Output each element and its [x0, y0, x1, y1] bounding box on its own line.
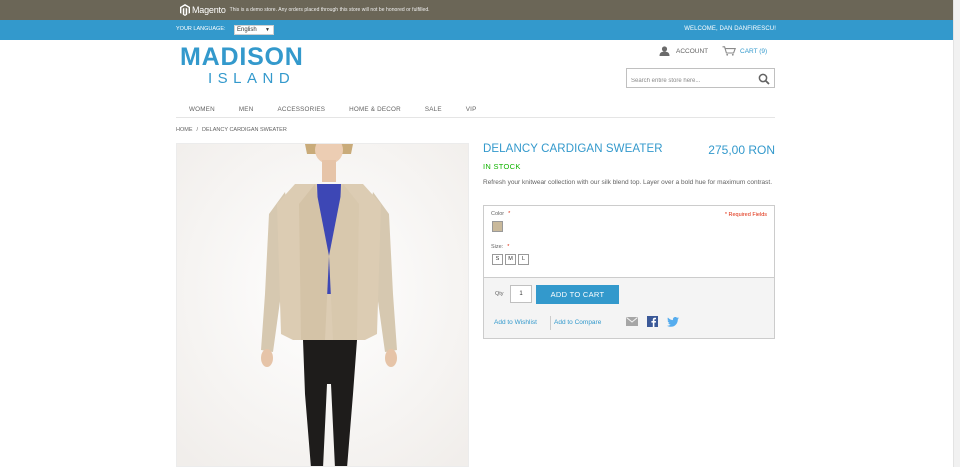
nav-item-women[interactable]: WOMEN [176, 103, 227, 117]
cart-icon [722, 46, 736, 56]
size-label-text: Size: [491, 244, 504, 250]
nav-item-vip[interactable]: VIP [454, 103, 489, 117]
add-to-cart-box: Qty 1 ADD TO CART Add to Wishlist Add to… [483, 277, 775, 339]
email-icon[interactable] [626, 317, 638, 326]
size-option-l[interactable]: L [518, 254, 529, 265]
product-description: Refresh your knitwear collection with ou… [483, 179, 773, 186]
product-options: Color * * Required Fields Size: * S M L [483, 205, 775, 277]
logo-line-1: MADISON [180, 43, 304, 71]
search-input[interactable] [627, 72, 752, 90]
breadcrumb-home[interactable]: HOME [176, 127, 193, 133]
breadcrumb: HOME / DELANCY CARDIGAN SWEATER [176, 127, 287, 133]
facebook-icon[interactable] [647, 316, 658, 327]
logo-line-2: ISLAND [208, 70, 296, 87]
product-image[interactable] [176, 143, 469, 467]
search-box [626, 68, 775, 90]
person-icon [659, 46, 670, 56]
add-to-cart-button[interactable]: ADD TO CART [536, 285, 619, 304]
nav-item-sale[interactable]: SALE [413, 103, 454, 117]
nav-item-home-decor[interactable]: HOME & DECOR [337, 103, 413, 117]
language-select[interactable]: English ▼ [234, 25, 274, 35]
cart-label: CART (9) [740, 47, 768, 55]
demo-notice-bar: Magento This is a demo store. Any orders… [0, 0, 953, 20]
add-to-wishlist-link[interactable]: Add to Wishlist [494, 319, 537, 326]
color-swatch[interactable] [492, 221, 503, 232]
language-label: YOUR LANGUAGE: [176, 26, 226, 32]
welcome-message: WELCOME, DAN DANFIRESCU! [684, 26, 776, 32]
required-star: * [507, 244, 510, 250]
color-label: Color * [491, 211, 510, 217]
link-divider [550, 316, 551, 330]
account-label: ACCOUNT [676, 47, 709, 55]
page-scrollbar[interactable] [953, 0, 960, 467]
nav-item-men[interactable]: MEN [227, 103, 266, 117]
add-to-compare-link[interactable]: Add to Compare [554, 319, 601, 326]
account-link[interactable]: ACCOUNT [659, 46, 708, 56]
chevron-down-icon: ▼ [265, 27, 270, 33]
required-fields-note: * Required Fields [724, 212, 767, 218]
size-option-m[interactable]: M [505, 254, 516, 265]
product-photo [177, 144, 468, 466]
size-label: Size: * [491, 244, 509, 250]
magento-icon [180, 4, 190, 16]
header-language-bar: YOUR LANGUAGE: English ▼ WELCOME, DAN DA… [0, 20, 953, 40]
breadcrumb-current: DELANCY CARDIGAN SWEATER [202, 127, 287, 133]
share-icons [626, 316, 688, 327]
magento-logo: Magento [180, 4, 226, 16]
main-navigation: WOMEN MEN ACCESSORIES HOME & DECOR SALE … [176, 103, 775, 118]
qty-input[interactable]: 1 [510, 285, 532, 303]
demo-notice: Magento This is a demo store. Any orders… [180, 2, 430, 18]
search-icon[interactable] [758, 72, 770, 90]
magento-brand: Magento [192, 5, 226, 15]
product-name: DELANCY CARDIGAN SWEATER [483, 143, 663, 155]
required-star: * [508, 211, 511, 217]
breadcrumb-separator: / [196, 127, 199, 133]
color-label-text: Color [491, 211, 505, 217]
store-logo[interactable]: MADISON ISLAND [180, 44, 320, 88]
stock-status: IN STOCK [483, 162, 521, 171]
twitter-icon[interactable] [667, 316, 679, 327]
nav-item-accessories[interactable]: ACCESSORIES [265, 103, 337, 117]
size-options: S M L [492, 254, 531, 265]
demo-notice-text: This is a demo store. Any orders placed … [229, 7, 430, 13]
qty-label: Qty [495, 291, 504, 297]
product-price: 275,00 RON [708, 143, 775, 157]
cart-link[interactable]: CART (9) [722, 46, 767, 56]
language-value: English [237, 27, 257, 33]
size-option-s[interactable]: S [492, 254, 503, 265]
